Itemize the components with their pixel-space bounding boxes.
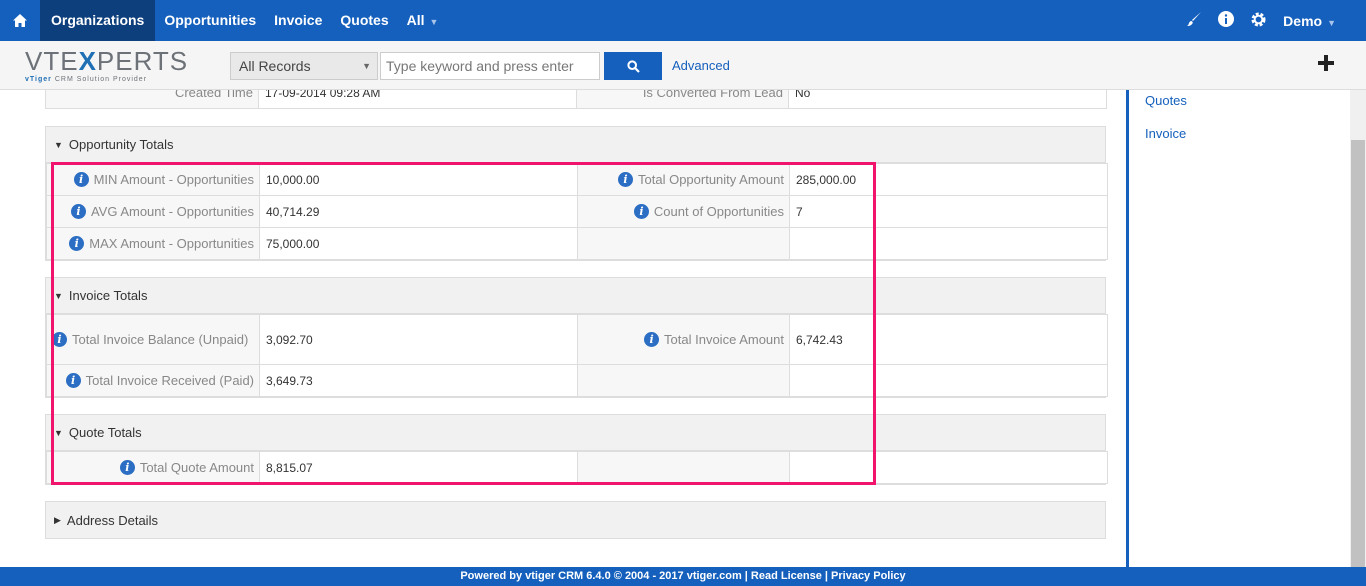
block-title: Invoice Totals bbox=[68, 288, 148, 303]
info-icon[interactable]: i bbox=[65, 373, 81, 388]
empty-cell bbox=[789, 451, 1108, 484]
field-value: 3,092.70 bbox=[259, 314, 578, 365]
field-value: 75,000.00 bbox=[259, 227, 578, 260]
invoice-totals-block: ▼ Invoice Totals i Total Invoice Balance … bbox=[45, 277, 1108, 398]
address-details-header[interactable]: ▶ Address Details bbox=[46, 502, 1105, 538]
field-label: i AVG Amount - Opportunities bbox=[46, 195, 260, 228]
block-title: Address Details bbox=[66, 512, 158, 528]
nav-opportunities[interactable]: Opportunities bbox=[155, 0, 265, 41]
company-logo[interactable]: VTEXPERTS vTiger CRM Solution Provider bbox=[25, 46, 189, 87]
field-label: i Total Invoice Amount bbox=[577, 314, 790, 365]
empty-cell bbox=[577, 364, 790, 397]
table-row: i Total Invoice Balance (Unpaid) 3,092.70… bbox=[46, 314, 1108, 365]
info-icon[interactable]: i bbox=[633, 204, 649, 219]
info-icon[interactable]: i bbox=[73, 172, 89, 187]
sidebar-link-quotes[interactable]: Quotes bbox=[1145, 93, 1187, 108]
empty-cell bbox=[577, 451, 790, 484]
field-label: Is Converted From Lead bbox=[576, 90, 789, 109]
info-table-partial: Created Time 17-09-2014 09:28 AM Is Conv… bbox=[45, 90, 1107, 109]
top-navbar: Organizations Opportunities Invoice Quot… bbox=[0, 0, 1366, 41]
footer: Powered by vtiger CRM 6.4.0 © 2004 - 201… bbox=[0, 567, 1366, 586]
field-value: 17-09-2014 09:28 AM bbox=[258, 90, 577, 109]
invoice-totals-table: i Total Invoice Balance (Unpaid) 3,092.70… bbox=[46, 314, 1108, 397]
search-button[interactable] bbox=[604, 52, 662, 80]
user-name: Demo bbox=[1283, 12, 1323, 29]
field-label: i MAX Amount - Opportunities bbox=[46, 227, 260, 260]
info-icon[interactable]: i bbox=[69, 236, 85, 251]
info-icon[interactable]: i bbox=[618, 172, 634, 187]
opportunity-totals-block: ▼ Opportunity Totals i MIN Amount - Oppor… bbox=[45, 126, 1108, 261]
scrollbar-thumb[interactable] bbox=[1351, 140, 1365, 567]
table-row: i MAX Amount - Opportunities 75,000.00 bbox=[46, 227, 1108, 260]
logo-tagline: vTiger CRM Solution Provider bbox=[25, 76, 148, 83]
info-icon[interactable] bbox=[1218, 11, 1235, 30]
home-icon[interactable] bbox=[0, 0, 40, 41]
chevron-down-icon: ▼ bbox=[429, 17, 439, 27]
block-title: Quote Totals bbox=[68, 425, 142, 440]
quote-totals-table: i Total Quote Amount 8,815.07 bbox=[46, 451, 1108, 484]
nav-invoice[interactable]: Invoice bbox=[265, 0, 331, 41]
info-icon[interactable]: i bbox=[70, 204, 86, 219]
gear-icon[interactable] bbox=[1250, 11, 1267, 31]
table-row: i MIN Amount - Opportunities 10,000.00 iT… bbox=[46, 163, 1108, 196]
collapse-triangle-icon: ▼ bbox=[54, 290, 63, 301]
nav-all-menu[interactable]: All ▼ bbox=[398, 0, 448, 41]
nav-all-label: All bbox=[406, 12, 425, 28]
field-label: i Total Invoice Balance (Unpaid) bbox=[46, 314, 260, 365]
field-value: 8,815.07 bbox=[259, 451, 578, 484]
collapse-triangle-icon: ▼ bbox=[54, 139, 63, 150]
user-menu[interactable]: Demo ▼ bbox=[1283, 13, 1336, 29]
sidebar-link-invoice[interactable]: Invoice bbox=[1145, 126, 1186, 141]
field-value: 10,000.00 bbox=[259, 163, 578, 196]
field-value: 7 bbox=[789, 195, 1108, 228]
quote-totals-block: ▼ Quote Totals i Total Quote Amount 8,815… bbox=[45, 414, 1108, 485]
record-scope-select[interactable]: All Records ▼ bbox=[230, 52, 378, 80]
chevron-down-icon: ▼ bbox=[1327, 17, 1336, 28]
opportunity-totals-table: i MIN Amount - Opportunities 10,000.00 iT… bbox=[46, 163, 1108, 260]
info-icon[interactable]: i bbox=[52, 331, 67, 347]
field-value: No bbox=[788, 90, 1107, 109]
address-details-block: ▶ Address Details bbox=[45, 501, 1106, 539]
expand-triangle-icon: ▶ bbox=[54, 514, 61, 525]
nav-quotes[interactable]: Quotes bbox=[331, 0, 397, 41]
collapse-triangle-icon: ▼ bbox=[54, 427, 63, 438]
search-bar: VTEXPERTS vTiger CRM Solution Provider A… bbox=[0, 41, 1366, 90]
empty-cell bbox=[789, 364, 1108, 397]
empty-cell bbox=[789, 227, 1108, 260]
empty-cell bbox=[577, 227, 790, 260]
invoice-totals-header[interactable]: ▼ Invoice Totals bbox=[46, 278, 1105, 314]
field-value: 3,649.73 bbox=[259, 364, 578, 397]
dropdown-arrow-icon: ▼ bbox=[362, 61, 371, 71]
table-row: i AVG Amount - Opportunities 40,714.29 iC… bbox=[46, 195, 1108, 228]
field-label: i Total Invoice Received (Paid) bbox=[46, 364, 260, 397]
search-icon bbox=[626, 59, 640, 73]
record-scope-value: All Records bbox=[239, 58, 311, 74]
field-value: 6,742.43 bbox=[789, 314, 1108, 365]
info-icon[interactable]: i bbox=[119, 460, 135, 475]
table-row: i Total Invoice Received (Paid) 3,649.73 bbox=[46, 364, 1108, 397]
paintbrush-icon[interactable] bbox=[1186, 11, 1202, 30]
advanced-search-link[interactable]: Advanced bbox=[672, 58, 730, 73]
field-value: 40,714.29 bbox=[259, 195, 578, 228]
navbar-right: Demo ▼ bbox=[1186, 0, 1336, 41]
related-sidebar: Quotes Invoice bbox=[1126, 90, 1350, 567]
opportunity-totals-header[interactable]: ▼ Opportunity Totals bbox=[46, 127, 1105, 163]
quote-totals-header[interactable]: ▼ Quote Totals bbox=[46, 415, 1105, 451]
field-label: i MIN Amount - Opportunities bbox=[46, 163, 260, 196]
field-label: i Total Quote Amount bbox=[46, 451, 260, 484]
page-scrollbar[interactable] bbox=[1350, 90, 1366, 567]
search-input[interactable] bbox=[380, 52, 600, 80]
detail-view: Created Time 17-09-2014 09:28 AM Is Conv… bbox=[0, 90, 1126, 567]
plus-icon[interactable] bbox=[1316, 53, 1336, 73]
field-label: i Count of Opportunities bbox=[577, 195, 790, 228]
field-label: i Total Opportunity Amount bbox=[577, 163, 790, 196]
table-row: i Total Quote Amount 8,815.07 bbox=[46, 451, 1108, 484]
logo-wordmark: VTEXPERTS bbox=[25, 46, 189, 76]
info-icon[interactable]: i bbox=[644, 332, 660, 347]
block-title: Opportunity Totals bbox=[68, 137, 174, 152]
nav-organizations[interactable]: Organizations bbox=[40, 0, 156, 41]
field-value: 285,000.00 bbox=[789, 163, 1108, 196]
field-label: Created Time bbox=[45, 90, 259, 109]
